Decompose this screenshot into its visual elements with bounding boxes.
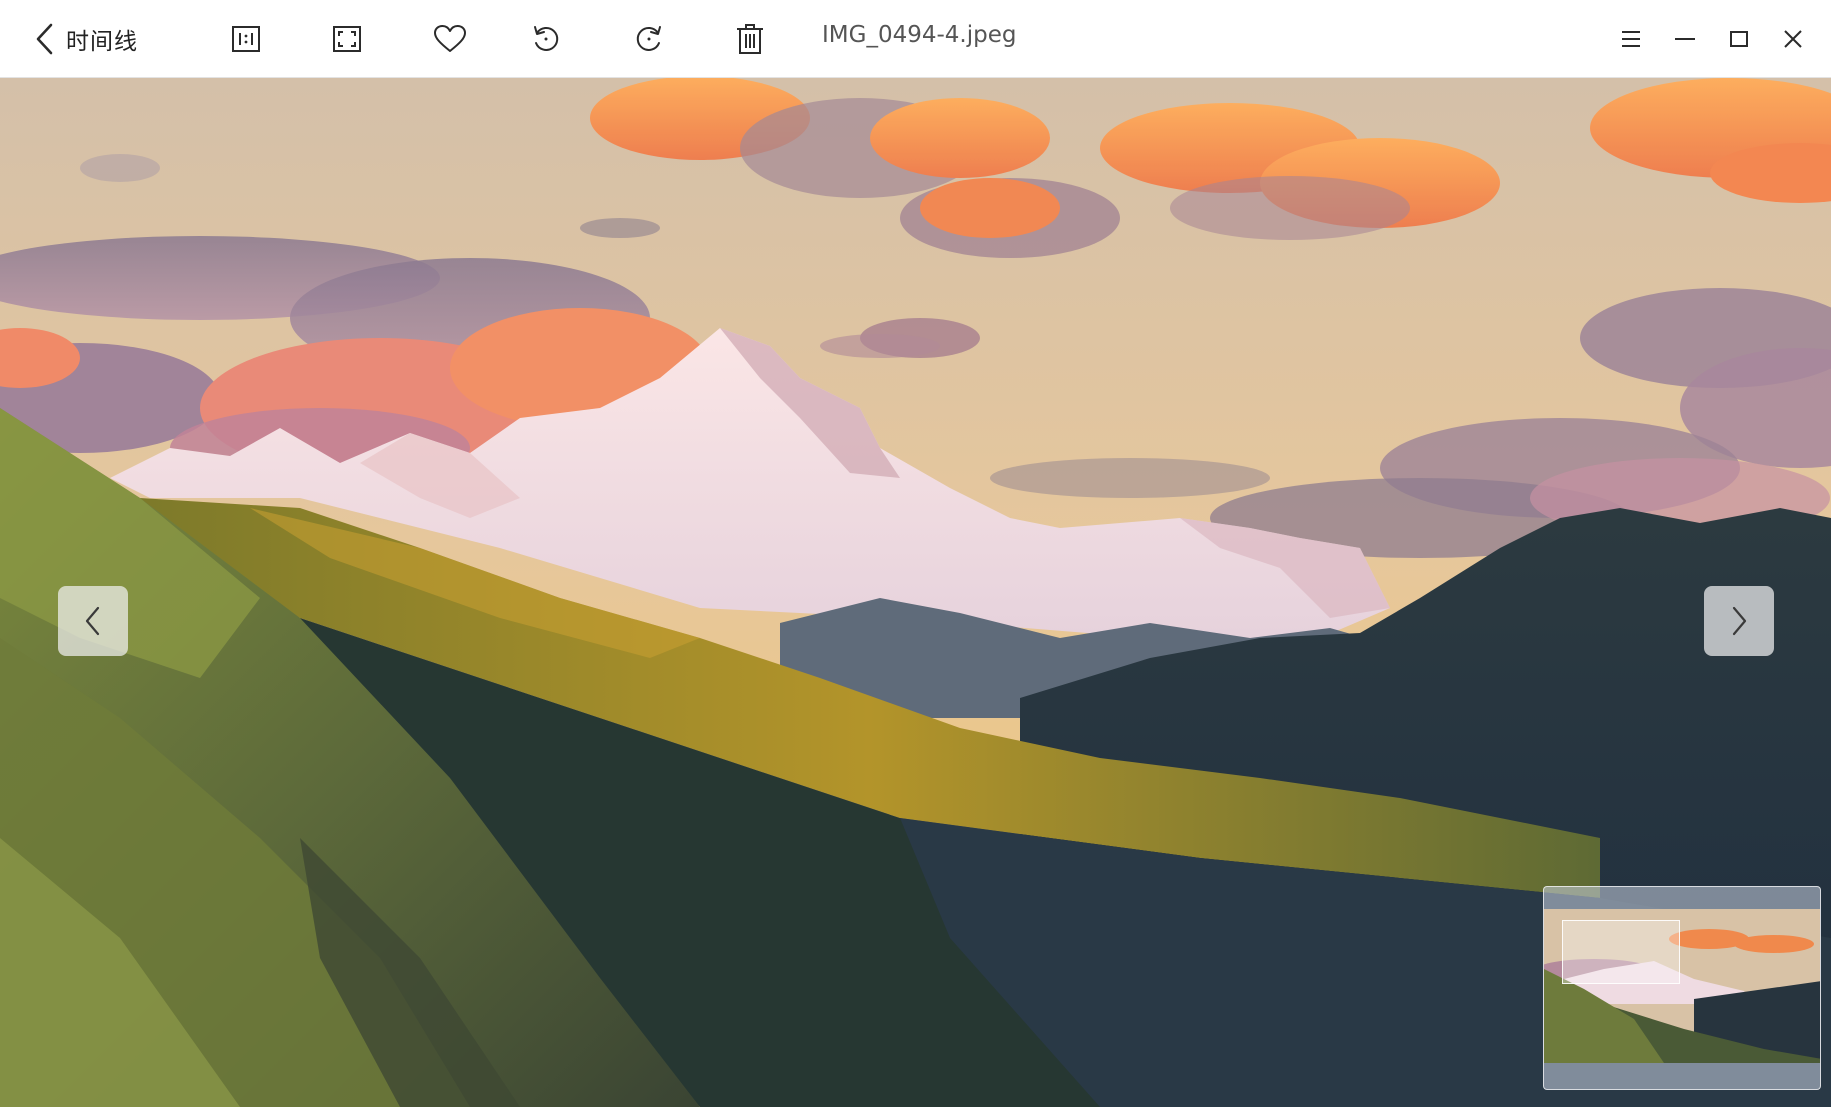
fit-window-icon (333, 26, 361, 52)
minimize-icon (1675, 38, 1695, 40)
fit-window-button[interactable] (325, 17, 369, 61)
chevron-left-icon (36, 23, 53, 55)
rotate-left-button[interactable] (524, 17, 568, 61)
actual-size-button[interactable] (224, 17, 268, 61)
back-to-timeline-button[interactable]: 时间线 (34, 18, 138, 60)
chevron-left-icon (85, 606, 100, 636)
chevron-right-icon (1732, 606, 1747, 636)
rotate-clockwise-icon (636, 26, 661, 51)
file-name: IMG_0494-4.jpeg (822, 22, 1017, 48)
trash-icon (737, 24, 763, 54)
image-viewer[interactable] (0, 78, 1831, 1107)
actual-size-icon (232, 26, 260, 52)
title-bar: 时间线 IMG_0494-4.jpeg (0, 0, 1831, 78)
close-button[interactable] (1772, 18, 1814, 60)
back-label: 时间线 (66, 29, 138, 55)
maximize-icon (1730, 31, 1748, 47)
navigation-thumbnail[interactable] (1543, 886, 1821, 1090)
menu-icon (1622, 31, 1640, 47)
rotate-counterclockwise-icon (534, 26, 559, 51)
next-image-button[interactable] (1704, 586, 1774, 656)
heart-icon (434, 25, 466, 52)
rotate-right-button[interactable] (627, 17, 671, 61)
favorite-button[interactable] (428, 17, 472, 61)
delete-button[interactable] (728, 17, 772, 61)
previous-image-button[interactable] (58, 586, 128, 656)
thumbnail-viewport-frame[interactable] (1562, 920, 1680, 984)
close-icon (1784, 30, 1802, 48)
main-menu-button[interactable] (1610, 18, 1652, 60)
maximize-button[interactable] (1718, 18, 1760, 60)
minimize-button[interactable] (1664, 18, 1706, 60)
